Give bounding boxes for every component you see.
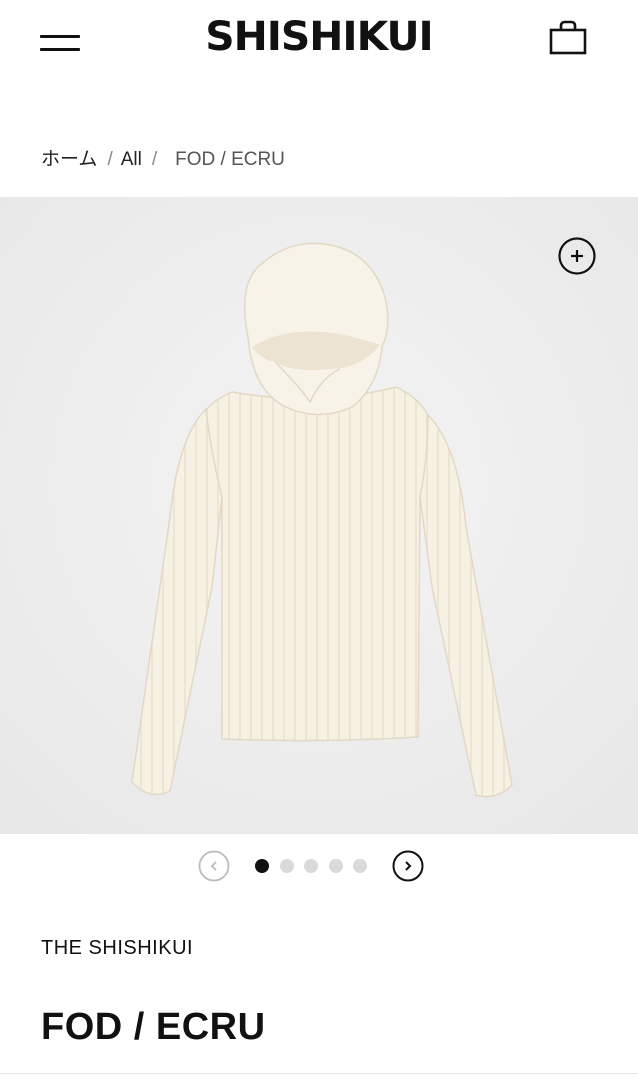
divider: [0, 1073, 638, 1074]
breadcrumb: ホーム / All / FOD / ECRU: [41, 144, 285, 171]
product-image-gallery[interactable]: [0, 197, 638, 834]
plus-circle-icon[interactable]: [557, 236, 597, 276]
gallery-pagination: [0, 848, 638, 888]
breadcrumb-all-link[interactable]: All: [121, 149, 142, 170]
shopping-bag-icon[interactable]: [548, 18, 588, 58]
site-logo[interactable]: SHISHIKUI: [0, 14, 638, 60]
chevron-left-icon[interactable]: [198, 850, 230, 882]
site-header: SHISHIKUI: [0, 0, 638, 86]
breadcrumb-home-link[interactable]: ホーム: [41, 149, 97, 170]
pagination-dot-1[interactable]: [255, 859, 269, 873]
breadcrumb-separator: /: [107, 149, 113, 170]
product-image: [0, 197, 638, 834]
breadcrumb-current: FOD / ECRU: [175, 149, 285, 170]
product-title: FOD / ECRU: [41, 1006, 266, 1048]
product-brand: THE SHISHIKUI: [41, 937, 194, 959]
chevron-right-icon[interactable]: [392, 850, 424, 882]
pagination-dot-5[interactable]: [353, 859, 367, 873]
pagination-dot-4[interactable]: [329, 859, 343, 873]
breadcrumb-separator: /: [151, 149, 158, 170]
pagination-dot-2[interactable]: [280, 859, 294, 873]
pagination-dot-3[interactable]: [304, 859, 318, 873]
